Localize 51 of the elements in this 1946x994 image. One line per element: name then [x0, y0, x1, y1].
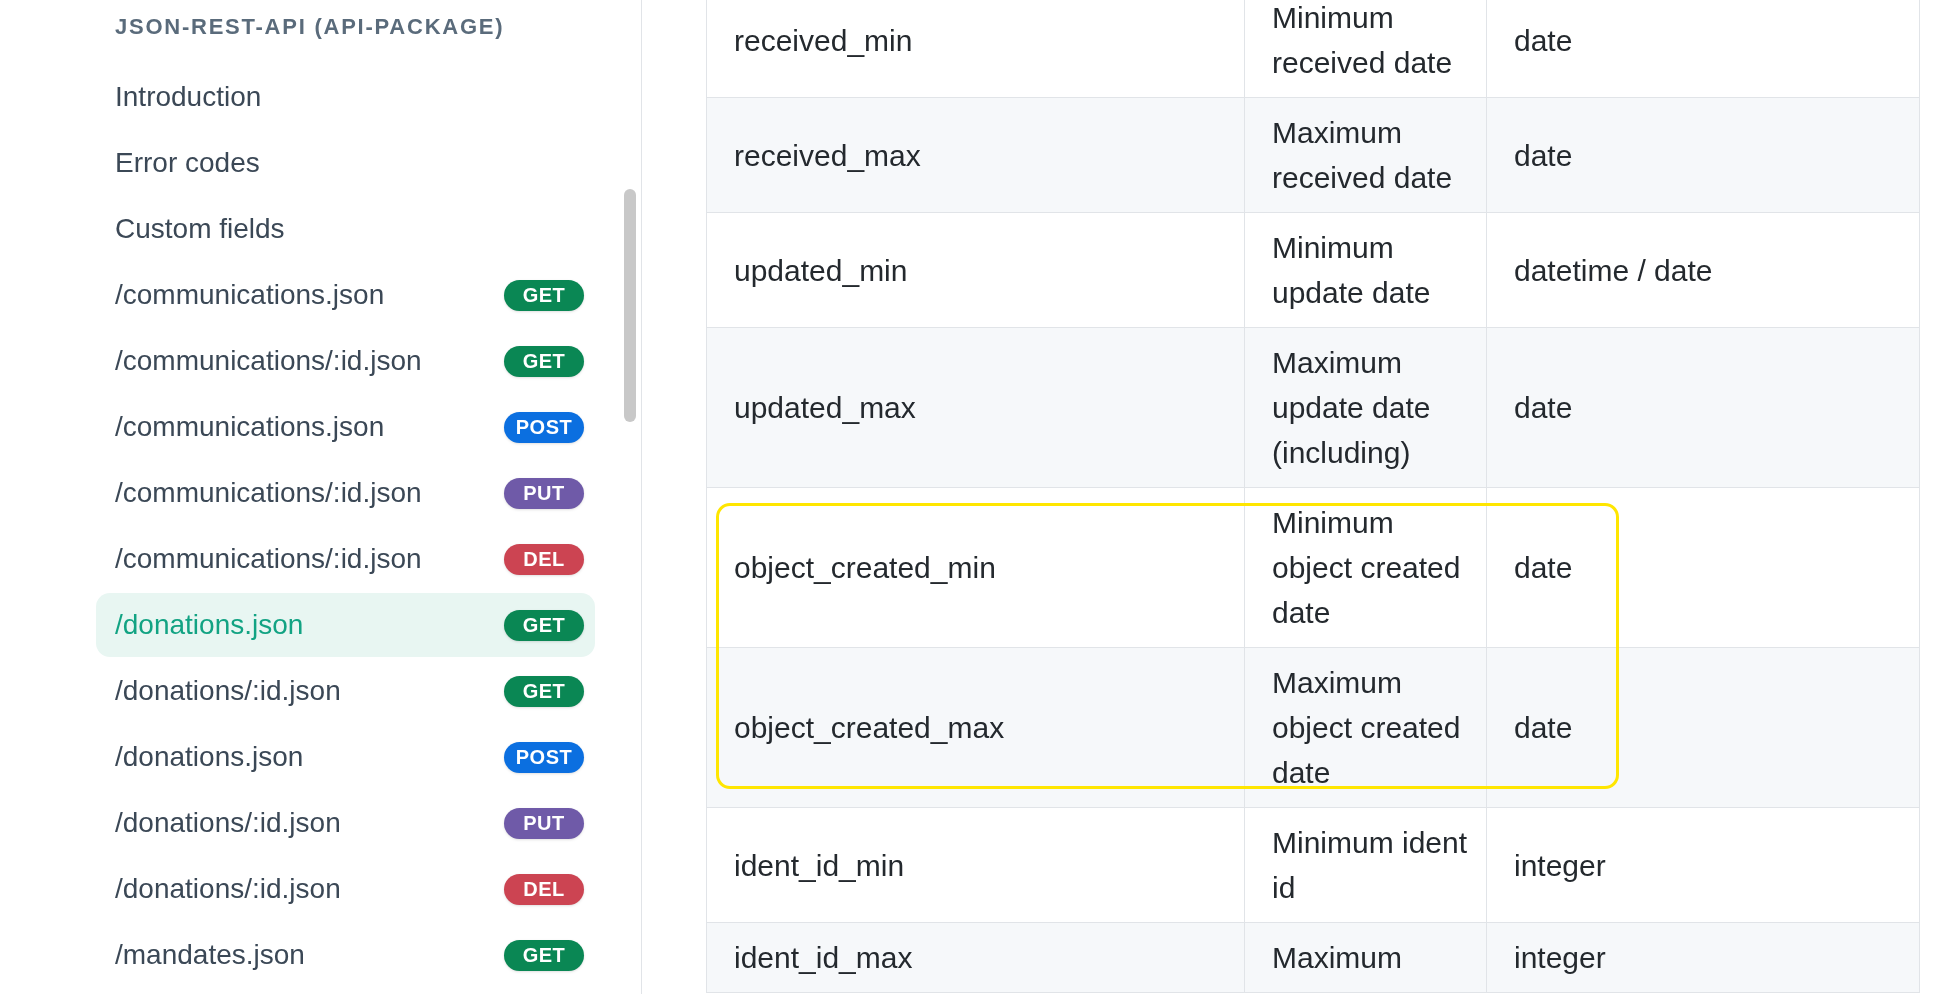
- table-cell-text: updated_max: [734, 390, 916, 426]
- method-badge: PUT: [504, 477, 584, 509]
- table-cell-text: Minimum update date: [1272, 230, 1432, 311]
- table-cell-text: date: [1514, 550, 1573, 586]
- table-cell-text: date: [1514, 137, 1573, 174]
- table-cell-text: date: [1514, 710, 1573, 746]
- method-badge: GET: [504, 345, 584, 377]
- sidebar-item[interactable]: /communications.json GET: [96, 263, 595, 327]
- table-cell-text: integer: [1514, 940, 1606, 976]
- sidebar-heading: JSON-REST-API (API-PACKAGE): [115, 14, 505, 39]
- method-badge: GET: [504, 939, 584, 971]
- table-cell-text: updated_min: [734, 252, 908, 289]
- sidebar-item[interactable]: Custom fields: [96, 197, 595, 261]
- table-cell-text: date: [1514, 390, 1573, 426]
- sidebar-item[interactable]: /mandates.json GET: [96, 923, 595, 987]
- table-cell-text: Maximum received date: [1272, 115, 1454, 196]
- method-badge: POST: [504, 741, 584, 773]
- sidebar-item[interactable]: Introduction: [96, 65, 595, 129]
- sidebar-item[interactable]: /donations/:id.json DEL: [96, 857, 595, 921]
- method-badge: DEL: [504, 543, 584, 575]
- table-cell-text: object_created_max: [734, 710, 1005, 746]
- method-badge: GET: [504, 279, 584, 311]
- method-badge: GET: [504, 609, 584, 641]
- sidebar-item[interactable]: /donations.json POST: [96, 725, 595, 789]
- table-cell-text: object_created_min: [734, 550, 996, 586]
- sidebar-item[interactable]: /donations/:id.json GET: [96, 659, 595, 723]
- table-cell-text: Minimum received date: [1272, 0, 1454, 81]
- sidebar-item[interactable]: /communications/:id.json GET: [96, 329, 595, 393]
- table-cell-text: Minimum ident id: [1272, 825, 1469, 906]
- table-cell-text: Maximum object created date: [1272, 665, 1462, 791]
- scrollbar-thumb[interactable]: [624, 189, 636, 422]
- table-cell-text: integer: [1514, 847, 1606, 884]
- sidebar-item[interactable]: /communications/:id.json PUT: [96, 461, 595, 525]
- sidebar-item[interactable]: /donations/:id.json PUT: [96, 791, 595, 855]
- method-badge: PUT: [504, 807, 584, 839]
- table-cell-text: ident_id_max: [734, 940, 913, 976]
- sidebar-item[interactable]: /donations.json GET: [96, 593, 595, 657]
- table-cell-text: received_max: [734, 137, 921, 174]
- method-badge: GET: [504, 675, 584, 707]
- method-badge: DEL: [504, 873, 584, 905]
- table-cell-text: received_min: [734, 22, 913, 59]
- table-cell-text: date: [1514, 22, 1573, 59]
- sidebar-item[interactable]: Error codes: [96, 131, 595, 195]
- table-cell-text: ident_id_min: [734, 847, 905, 884]
- sidebar-item[interactable]: /communications.json POST: [96, 395, 595, 459]
- table-cell-text: Maximum: [1272, 940, 1402, 976]
- table-cell-text: datetime / date: [1514, 252, 1713, 289]
- table-cell-text: Minimum object created date: [1272, 505, 1462, 631]
- method-badge: POST: [504, 411, 584, 443]
- sidebar-item[interactable]: /communications/:id.json DEL: [96, 527, 595, 591]
- table-cell-text: Maximum update date (including): [1272, 345, 1432, 471]
